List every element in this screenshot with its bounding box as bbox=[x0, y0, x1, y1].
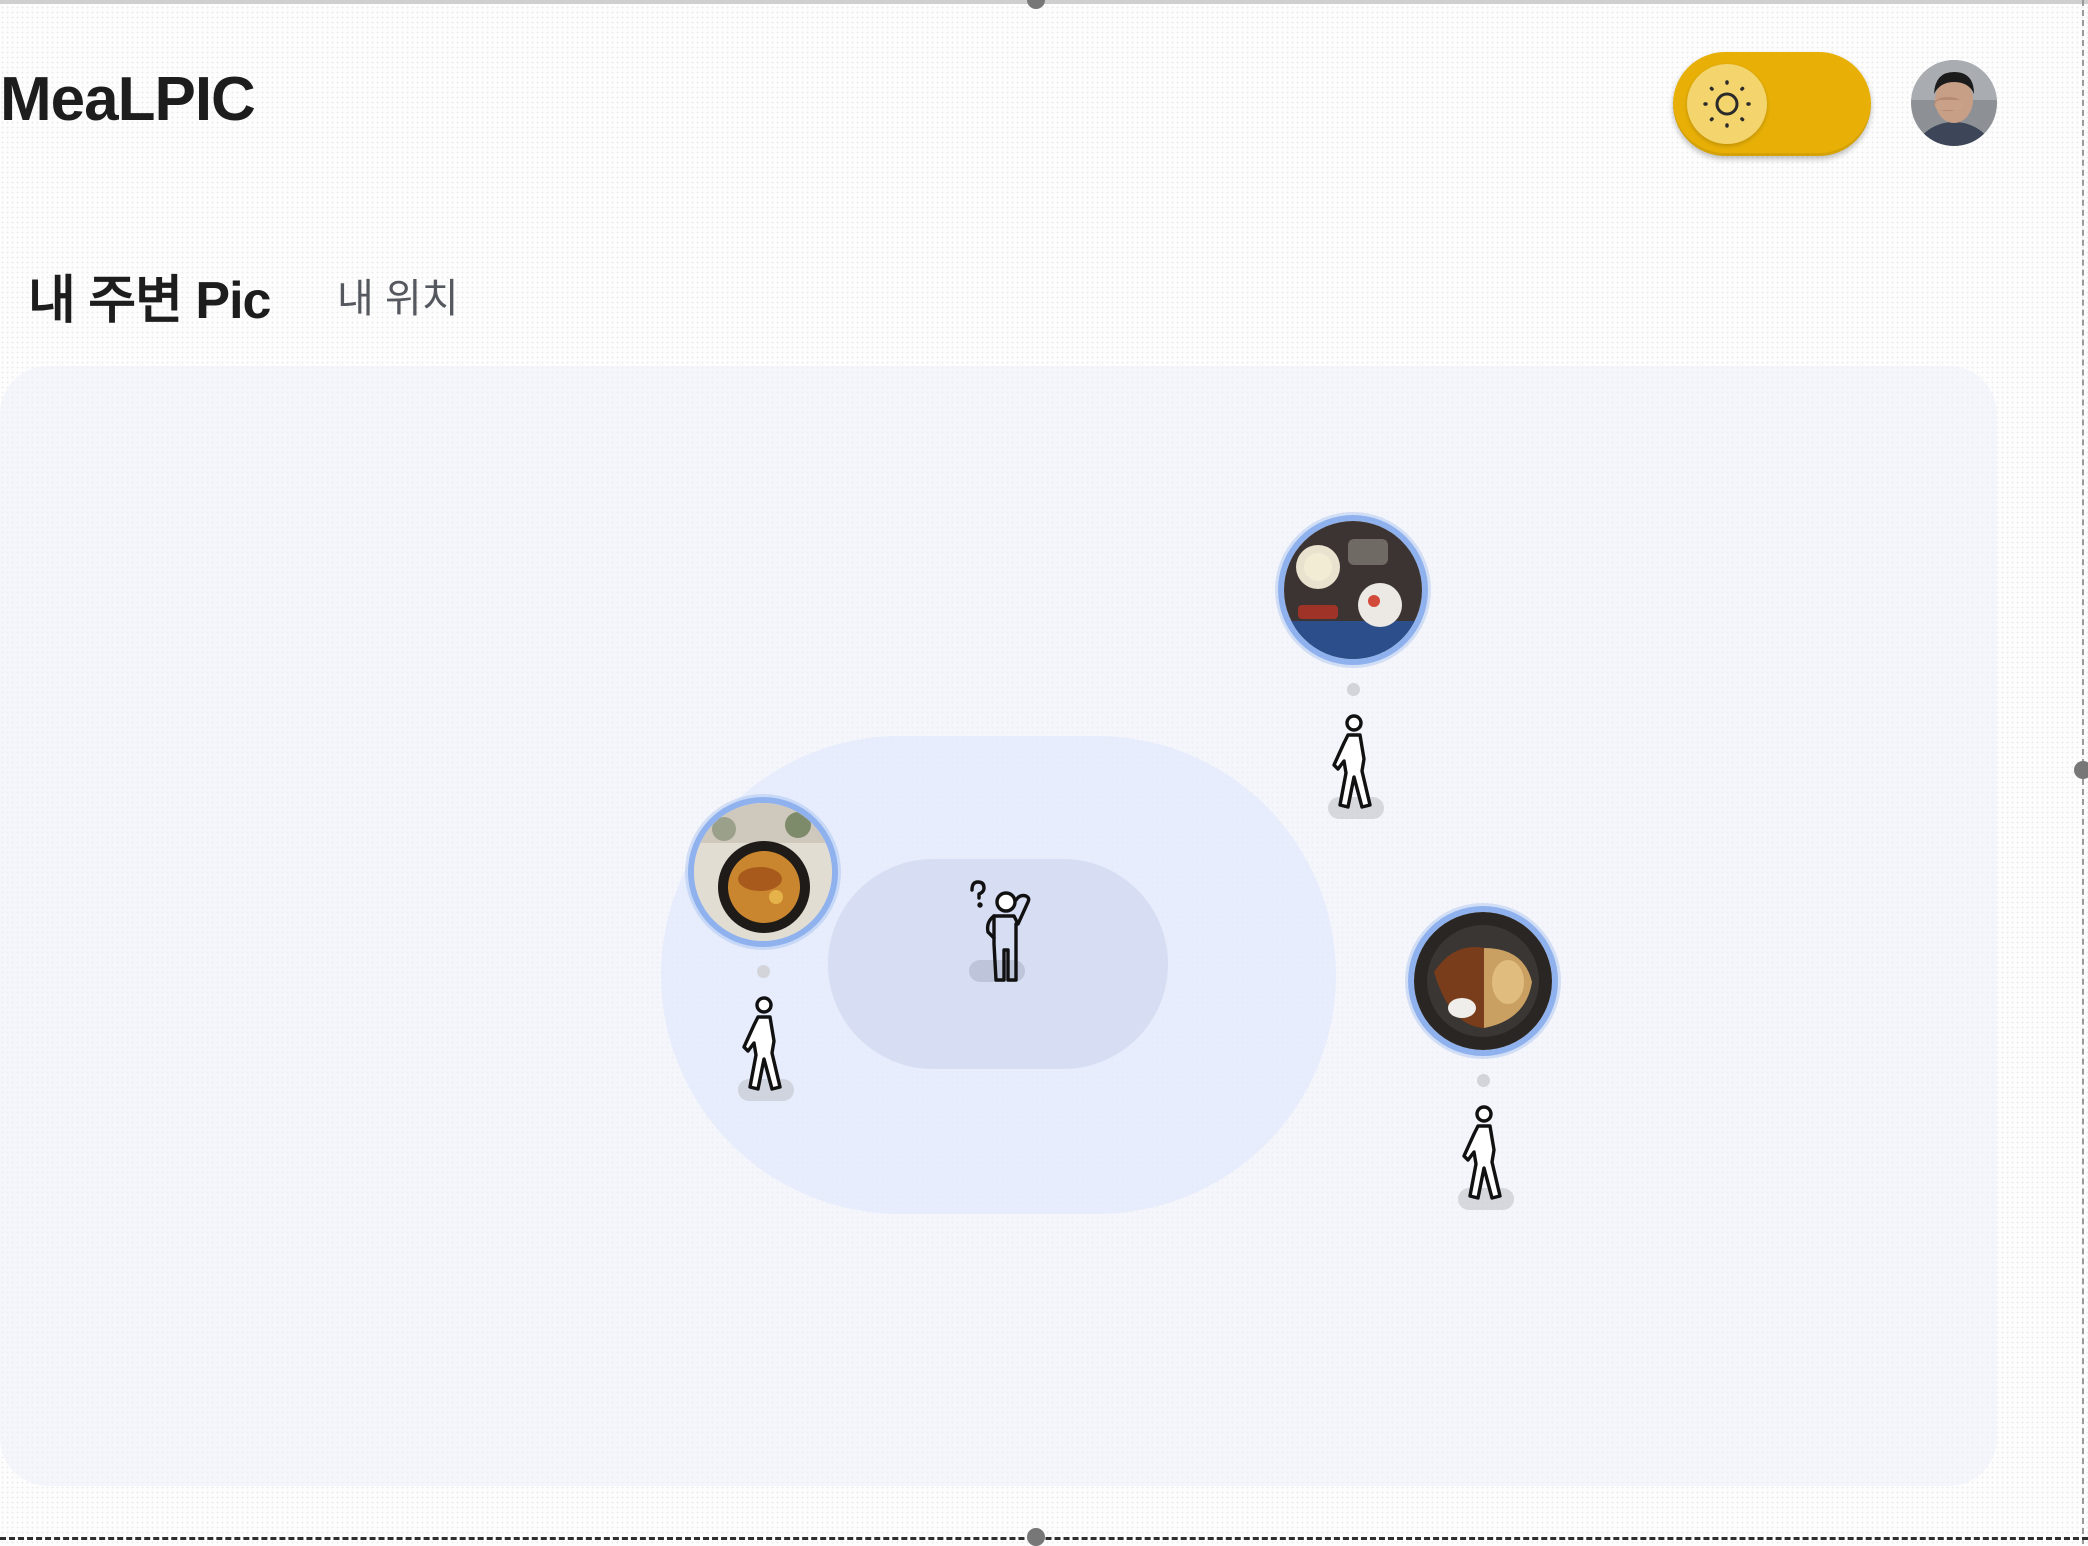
pic-pin-dot bbox=[1477, 1074, 1490, 1087]
my-location-button[interactable]: 내 위치 bbox=[337, 266, 459, 324]
pic-marker-left[interactable] bbox=[688, 797, 848, 1109]
rice-bowl-photo[interactable] bbox=[688, 797, 838, 947]
rice-curry-photo[interactable] bbox=[1408, 906, 1558, 1056]
resize-handle-right[interactable] bbox=[2074, 761, 2088, 779]
pic-pin-dot bbox=[757, 965, 770, 978]
walking-person-icon bbox=[1332, 714, 1372, 809]
table-meal-photo[interactable] bbox=[1278, 515, 1428, 665]
confused-person-icon[interactable] bbox=[958, 878, 1038, 988]
walking-person-icon bbox=[742, 996, 782, 1091]
walking-person-icon bbox=[1462, 1105, 1502, 1200]
user-avatar[interactable] bbox=[1911, 60, 1997, 146]
theme-toggle[interactable] bbox=[1673, 52, 1871, 156]
toggle-knob[interactable] bbox=[1687, 64, 1767, 144]
app-title[interactable]: MeaLPIC bbox=[0, 64, 256, 135]
pic-pin-dot bbox=[1347, 683, 1360, 696]
pic-marker-right[interactable] bbox=[1408, 906, 1568, 1218]
pic-marker-top-right[interactable] bbox=[1278, 515, 1438, 827]
resize-handle-top[interactable] bbox=[1027, 0, 1045, 9]
section-title: 내 주변 Pic bbox=[28, 272, 271, 330]
avatar-image bbox=[1911, 60, 1997, 146]
resize-handle-bottom[interactable] bbox=[1027, 1528, 1045, 1546]
sun-icon bbox=[1703, 80, 1751, 128]
